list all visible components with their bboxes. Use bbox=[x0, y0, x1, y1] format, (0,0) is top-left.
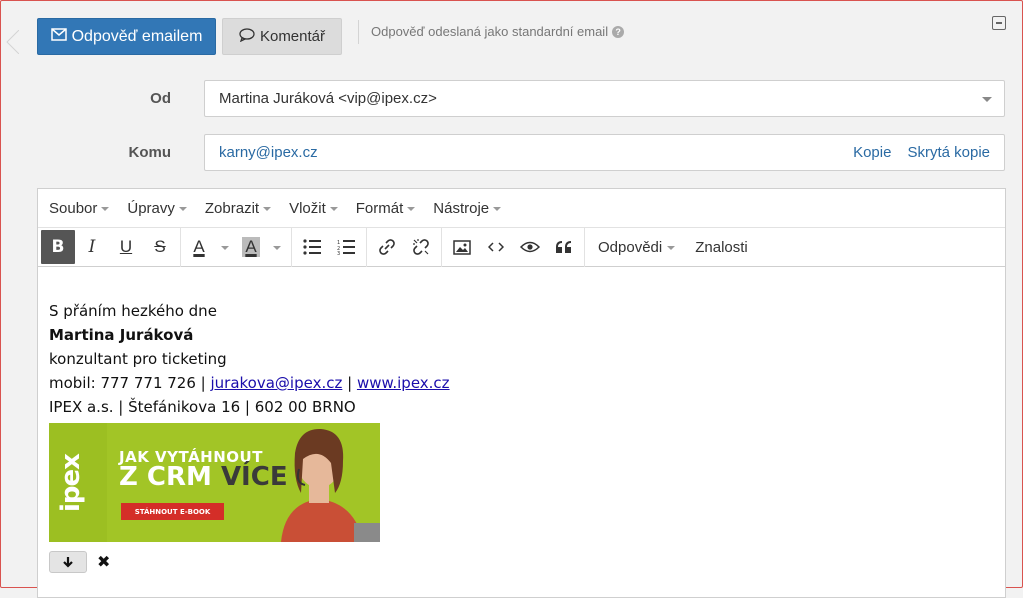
from-label: Od bbox=[150, 90, 171, 107]
menu-view-label: Zobrazit bbox=[204, 199, 260, 217]
bold-icon: B bbox=[51, 237, 65, 257]
comment-button[interactable]: Komentář bbox=[222, 18, 342, 55]
numbered-list-icon[interactable]: 123 bbox=[329, 230, 363, 264]
chevron-down-icon bbox=[493, 207, 502, 211]
chevron-down-icon bbox=[667, 246, 676, 250]
signature-web-link[interactable]: www.ipex.cz bbox=[357, 374, 450, 392]
to-input[interactable]: karny@ipex.cz Kopie Skrytá kopie bbox=[204, 134, 1005, 171]
envelope-icon bbox=[50, 27, 67, 46]
code-icon[interactable] bbox=[479, 230, 513, 264]
chevron-down-icon bbox=[982, 97, 992, 102]
italic-icon: I bbox=[88, 237, 96, 257]
signature-name: Martina Juráková bbox=[49, 326, 194, 344]
underline-button[interactable]: U bbox=[109, 230, 143, 264]
reply-panel: Odpověď emailem Komentář Odpověď odeslan… bbox=[0, 0, 1023, 598]
font-color-button[interactable]: A bbox=[184, 230, 236, 264]
signature-role: konzultant pro ticketing bbox=[49, 350, 227, 368]
menu-tools-label: Nástroje bbox=[433, 199, 490, 217]
strikethrough-button[interactable]: S bbox=[143, 230, 177, 264]
responses-dropdown[interactable]: Odpovědi bbox=[588, 239, 685, 256]
knowledge-label: Znalosti bbox=[695, 238, 748, 256]
panel-pointer bbox=[3, 30, 19, 54]
signature-greeting: S přáním hezkého dne bbox=[49, 302, 217, 320]
chevron-down-icon[interactable] bbox=[214, 230, 236, 264]
responses-label: Odpovědi bbox=[598, 238, 663, 256]
toolbar-group-text: B I U S bbox=[41, 227, 181, 267]
menu-insert[interactable]: Vložit bbox=[289, 200, 338, 217]
help-icon[interactable]: ? bbox=[612, 25, 625, 38]
bullet-list-icon[interactable] bbox=[295, 230, 329, 264]
bg-color-icon: A bbox=[236, 230, 266, 264]
menu-tools[interactable]: Nástroje bbox=[433, 199, 502, 217]
svg-text:3: 3 bbox=[337, 251, 340, 255]
from-select[interactable]: Martina Juráková <vip@ipex.cz> bbox=[204, 80, 1005, 117]
blockquote-icon[interactable] bbox=[547, 230, 581, 264]
menu-format[interactable]: Formát bbox=[356, 200, 416, 217]
banner-cta: STÁHNOUT E-BOOK bbox=[121, 503, 224, 520]
collapse-icon[interactable] bbox=[992, 16, 1006, 30]
signature-address: IPEX a.s. | Štefánikova 16 | 602 00 BRNO bbox=[49, 398, 356, 416]
cc-link[interactable]: Kopie bbox=[853, 144, 891, 161]
ipex-logo: ipex bbox=[56, 454, 86, 512]
knowledge-button[interactable]: Znalosti bbox=[685, 239, 758, 256]
move-down-button[interactable] bbox=[49, 551, 87, 573]
image-icon[interactable] bbox=[445, 230, 479, 264]
to-label: Komu bbox=[128, 144, 172, 161]
chevron-down-icon bbox=[101, 207, 110, 211]
italic-button[interactable]: I bbox=[75, 230, 109, 264]
send-mode-text: Odpověď odeslaná jako standardní email bbox=[371, 24, 609, 39]
menu-file-label: Soubor bbox=[49, 199, 98, 217]
menu-format-label: Formát bbox=[355, 199, 404, 217]
toolbar-group-lists: 123 bbox=[295, 227, 367, 267]
rich-text-editor: Soubor Úpravy Zobrazit Vložit Formát Nás… bbox=[37, 188, 1006, 598]
toolbar-group-insert bbox=[445, 227, 585, 267]
bg-color-button[interactable]: A bbox=[236, 230, 288, 264]
bold-button[interactable]: B bbox=[41, 230, 75, 264]
signature-email-link[interactable]: jurakova@ipex.cz bbox=[210, 374, 342, 392]
menu-insert-label: Vložit bbox=[289, 199, 326, 217]
chevron-down-icon[interactable] bbox=[266, 230, 288, 264]
remove-icon[interactable]: ✖ bbox=[97, 550, 110, 574]
arrow-down-icon bbox=[63, 557, 73, 568]
menu-view[interactable]: Zobrazit bbox=[204, 199, 272, 217]
unlink-icon[interactable] bbox=[404, 230, 438, 264]
reply-email-label: Odpověď emailem bbox=[71, 27, 203, 45]
to-value: karny@ipex.cz bbox=[219, 144, 318, 161]
signature-separator: | bbox=[342, 374, 357, 392]
font-color-glyph: A bbox=[193, 237, 205, 256]
banner-person-illustration bbox=[281, 428, 380, 542]
chevron-down-icon bbox=[178, 207, 187, 211]
strikethrough-icon: S bbox=[154, 237, 166, 256]
signature-contact: mobil: 777 771 726 | jurakova@ipex.cz | … bbox=[49, 371, 994, 395]
chevron-down-icon bbox=[407, 207, 416, 211]
toolbar-group-color: A A bbox=[184, 227, 292, 267]
from-value: Martina Juráková <vip@ipex.cz> bbox=[219, 90, 437, 107]
image-actions: ✖ bbox=[49, 550, 994, 574]
editor-menubar: Soubor Úpravy Zobrazit Vložit Formát Nás… bbox=[38, 189, 1005, 228]
menu-edit[interactable]: Úpravy bbox=[127, 200, 187, 217]
ebook-banner-image[interactable]: ipex JAK VYTÁHNOUT Z CRM VÍCE STÁHNOUT E… bbox=[49, 423, 380, 542]
chevron-down-icon bbox=[263, 207, 272, 211]
banner-headline-2a: Z CRM bbox=[119, 462, 221, 492]
send-mode-info: Odpověď odeslaná jako standardní email ? bbox=[371, 24, 625, 39]
speech-bubble-icon bbox=[239, 27, 255, 46]
comment-label: Komentář bbox=[259, 28, 326, 45]
underline-icon: U bbox=[119, 237, 133, 256]
bg-color-glyph: A bbox=[242, 237, 260, 257]
menu-file[interactable]: Soubor bbox=[49, 199, 110, 217]
signature-mobile: mobil: 777 771 726 | bbox=[49, 374, 211, 392]
bcc-link[interactable]: Skrytá kopie bbox=[907, 144, 990, 161]
editor-toolbar: B I U S A A 123 Odpovědi Znalosti bbox=[38, 227, 1005, 267]
menu-edit-label: Úpravy bbox=[127, 199, 175, 217]
editor-content[interactable]: S přáním hezkého dne Martina Juráková ko… bbox=[38, 267, 1005, 574]
reply-email-button[interactable]: Odpověď emailem bbox=[37, 18, 216, 55]
font-color-icon: A bbox=[184, 230, 214, 264]
link-icon[interactable] bbox=[370, 230, 404, 264]
divider bbox=[358, 20, 359, 44]
toolbar-group-links bbox=[370, 227, 442, 267]
preview-eye-icon[interactable] bbox=[513, 230, 547, 264]
chevron-down-icon bbox=[329, 207, 338, 211]
